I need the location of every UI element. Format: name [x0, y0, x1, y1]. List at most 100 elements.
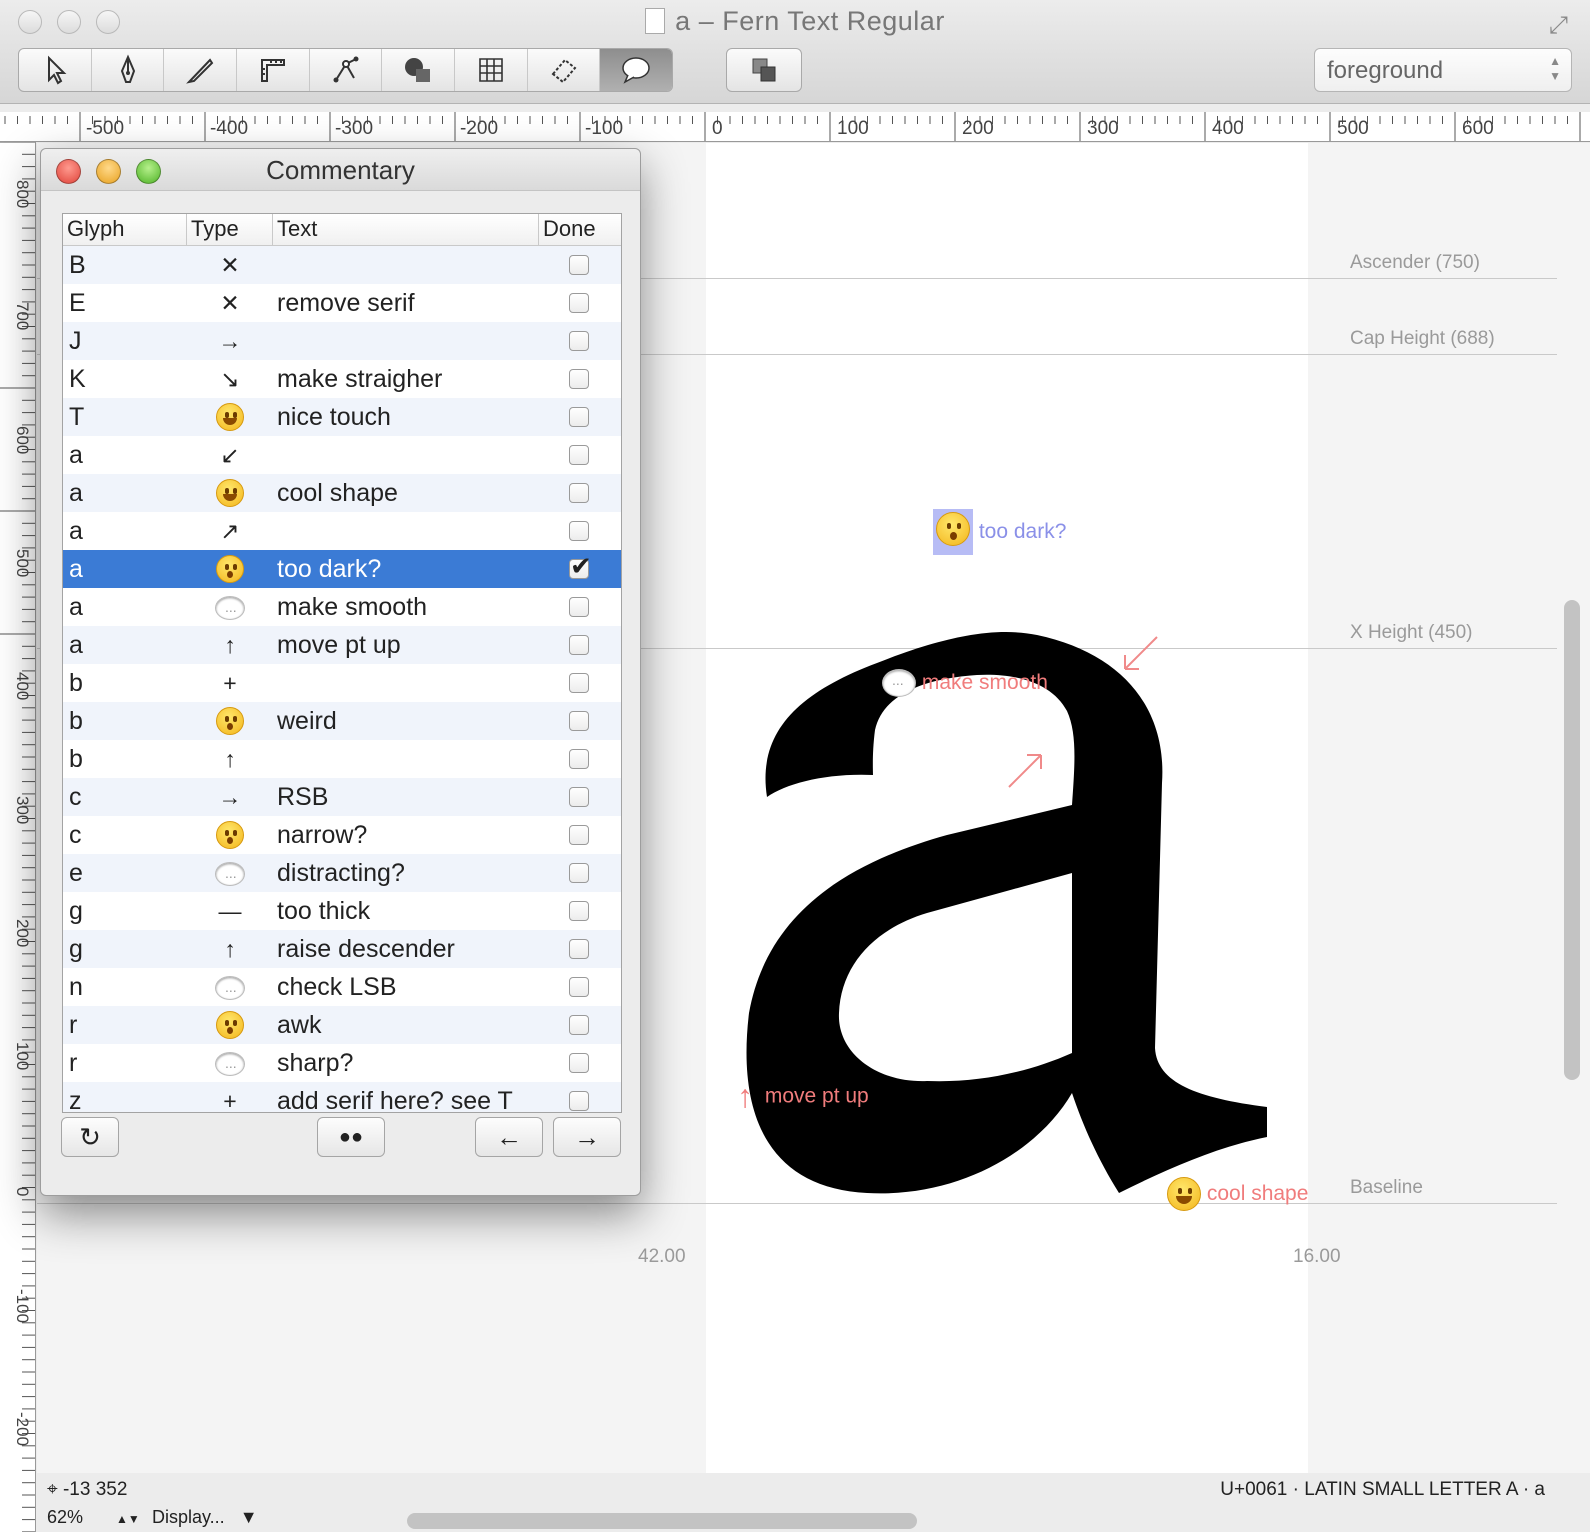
done-checkbox[interactable]	[569, 825, 589, 845]
done-checkbox[interactable]	[569, 901, 589, 921]
table-row[interactable]: a too dark?	[63, 550, 621, 588]
speech-bubble-icon	[187, 1050, 273, 1077]
pointer-tool[interactable]	[19, 49, 92, 91]
eraser-tool[interactable]	[528, 49, 601, 91]
done-checkbox[interactable]	[569, 635, 589, 655]
column-header-done[interactable]: Done	[539, 214, 621, 245]
zoom-panel-button[interactable]	[136, 159, 161, 184]
display-dropdown[interactable]: Display... ▼	[152, 1507, 258, 1528]
done-checkbox[interactable]	[569, 977, 589, 997]
table-row[interactable]: c → RSB	[63, 778, 621, 816]
measure-tool[interactable]	[237, 49, 310, 91]
vertical-ruler: 800 700 600 500 400 300 200 100 0 -100 -…	[0, 142, 36, 1532]
cell-glyph: a	[69, 554, 83, 583]
cell-glyph: a	[69, 516, 83, 545]
done-checkbox[interactable]	[569, 1015, 589, 1035]
table-row[interactable]: a ↙	[63, 436, 621, 474]
layer-dropdown[interactable]: foreground ▲ ▼	[1314, 48, 1572, 92]
arrow-ne-icon[interactable]	[1003, 747, 1053, 792]
baseline-label: Baseline	[1350, 1177, 1423, 1198]
cell-done	[539, 977, 619, 997]
note-selection-highlight	[933, 509, 973, 555]
arrow-sw-icon[interactable]	[1117, 633, 1167, 678]
table-row[interactable]: n check LSB	[63, 968, 621, 1006]
horizontal-scrollbar[interactable]	[407, 1513, 917, 1529]
close-panel-button[interactable]	[56, 159, 81, 184]
vertical-scrollbar[interactable]	[1564, 600, 1580, 1080]
done-checkbox[interactable]	[569, 483, 589, 503]
done-checkbox[interactable]	[569, 939, 589, 959]
done-checkbox[interactable]	[569, 445, 589, 465]
ruler-label: 200	[13, 919, 32, 948]
table-row[interactable]: c narrow?	[63, 816, 621, 854]
column-header-glyph[interactable]: Glyph	[63, 214, 187, 245]
show-in-glyph-button[interactable]: ●●	[317, 1117, 385, 1157]
table-row[interactable]: E ✕ remove serif	[63, 284, 621, 322]
done-checkbox[interactable]	[569, 1091, 589, 1111]
done-checkbox[interactable]	[569, 749, 589, 769]
zoom-stepper[interactable]: 62% ▲▼	[47, 1507, 140, 1528]
done-checkbox[interactable]	[569, 551, 592, 582]
window-titlebar: a – Fern Text Regular ⤢ foreground ▲ ▼	[0, 0, 1590, 104]
table-row[interactable]: a cool shape	[63, 474, 621, 512]
table-row[interactable]: Tnice touch	[63, 398, 621, 436]
done-checkbox[interactable]	[569, 597, 589, 617]
done-checkbox[interactable]	[569, 521, 589, 541]
ruler-label: 400	[13, 672, 32, 701]
previous-button[interactable]: ←	[475, 1117, 543, 1157]
done-checkbox[interactable]	[569, 293, 589, 313]
done-checkbox[interactable]	[569, 1053, 589, 1073]
table-row[interactable]: e distracting?	[63, 854, 621, 892]
table-row[interactable]: z + add serif here? see T	[63, 1082, 621, 1112]
column-header-text[interactable]: Text	[273, 214, 539, 245]
table-row[interactable]: g — too thick	[63, 892, 621, 930]
grid-tool[interactable]	[455, 49, 528, 91]
lsb-value: 42.00	[638, 1246, 686, 1267]
ruler-label: -300	[335, 118, 374, 139]
canvas-note-too-dark[interactable]: too dark?	[933, 509, 1066, 555]
done-checkbox[interactable]	[569, 407, 589, 427]
done-checkbox[interactable]	[569, 711, 589, 731]
cell-glyph: K	[69, 364, 86, 393]
pen-tool[interactable]	[92, 49, 165, 91]
comment-tool[interactable]	[600, 49, 672, 91]
done-checkbox[interactable]	[569, 331, 589, 351]
table-row[interactable]: K ↘ make straigher	[63, 360, 621, 398]
table-row[interactable]: a ↗	[63, 512, 621, 550]
ruler-label: 100	[837, 118, 869, 139]
done-checkbox[interactable]	[569, 369, 589, 389]
refresh-button[interactable]: ↻	[61, 1117, 119, 1157]
table-row[interactable]: J →	[63, 322, 621, 360]
table-row[interactable]: a ↑ move pt up	[63, 626, 621, 664]
canvas-note-make-smooth[interactable]: make smooth	[882, 669, 1048, 697]
ruler-label: 300	[1087, 118, 1119, 139]
shapes-tool[interactable]	[382, 49, 456, 91]
ruler-label: 800	[13, 180, 32, 209]
arrow-right-icon: →	[574, 1121, 600, 1152]
done-checkbox[interactable]	[569, 863, 589, 883]
panel-titlebar: Commentary	[41, 149, 640, 191]
done-checkbox[interactable]	[569, 255, 589, 275]
next-button[interactable]: →	[553, 1117, 621, 1157]
table-row[interactable]: a make smooth	[63, 588, 621, 626]
table-row[interactable]: r sharp?	[63, 1044, 621, 1082]
speech-bubble-icon	[187, 974, 273, 1001]
nodes-tool[interactable]	[310, 49, 383, 91]
minimize-panel-button[interactable]	[96, 159, 121, 184]
table-row[interactable]: b +	[63, 664, 621, 702]
done-checkbox[interactable]	[569, 787, 589, 807]
table-row[interactable]: b weird	[63, 702, 621, 740]
canvas-note-cool-shape[interactable]: cool shape	[1167, 1177, 1308, 1211]
fullscreen-icon[interactable]: ⤢	[1549, 12, 1568, 40]
table-row[interactable]: g ↑ raise descender	[63, 930, 621, 968]
done-checkbox[interactable]	[569, 673, 589, 693]
table-row[interactable]: B ✕	[63, 246, 621, 284]
canvas-note-move-pt-up[interactable]: ↑ move pt up	[737, 1078, 869, 1115]
glyph-a-outline[interactable]	[727, 613, 1287, 1233]
zoom-value: 62%	[47, 1507, 84, 1527]
table-row[interactable]: r awk	[63, 1006, 621, 1044]
column-header-type[interactable]: Type	[187, 214, 273, 245]
table-row[interactable]: b ↑	[63, 740, 621, 778]
knife-tool[interactable]	[164, 49, 238, 91]
layers-button[interactable]	[726, 48, 802, 92]
